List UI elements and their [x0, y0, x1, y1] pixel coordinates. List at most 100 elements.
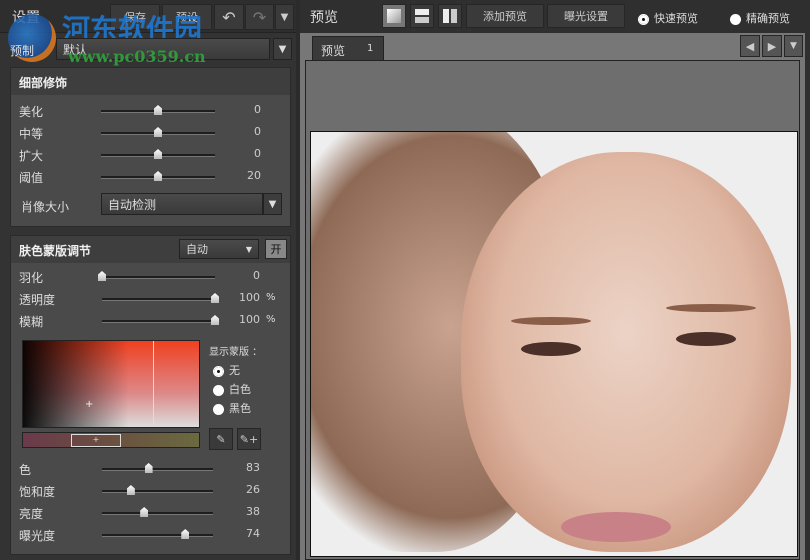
detail-1-label: 中等 [19, 127, 44, 141]
chevron-down-icon: ▼ [245, 244, 252, 254]
radio-selected-icon [638, 13, 649, 25]
skin-2-unit: % [266, 314, 276, 325]
preview-canvas[interactable] [305, 60, 800, 560]
eyedropper-icon[interactable]: ✎ [209, 428, 233, 450]
color-2-slider-thumb[interactable] [140, 507, 149, 517]
tab-menu-icon[interactable]: ▼ [784, 35, 803, 57]
preset-dropdown-icon[interactable]: ▼ [273, 38, 292, 60]
skin-mode-value: 自动 [186, 243, 208, 256]
color-1-slider-thumb[interactable] [126, 485, 135, 495]
radio-icon [213, 384, 224, 396]
face-shape [461, 152, 791, 552]
color-0-value: 83 [246, 461, 260, 474]
mask-option-1[interactable]: 白色 [213, 381, 251, 397]
undo-icon[interactable]: ↶ [214, 4, 244, 30]
detail-2-slider[interactable] [101, 149, 215, 159]
detail-3-slider[interactable] [101, 171, 215, 181]
show-mask-label: 显示蒙版 ： [209, 347, 263, 358]
radio-icon [730, 13, 741, 25]
right-eyebrow [666, 304, 756, 312]
radio-icon [213, 365, 224, 377]
detail-section: 细部修饰 美化 0 中等 0 扩大 0 阈值 20 肖像大小 自动检测 ▼ [10, 67, 291, 227]
portrait-size-label: 肖像大小 [21, 200, 70, 214]
single-view-icon[interactable] [382, 4, 406, 28]
skin-0-value: 0 [253, 269, 260, 282]
lips [561, 512, 671, 542]
color-3-value: 74 [246, 527, 260, 540]
detail-0-label: 美化 [19, 105, 44, 119]
tab-preview-1[interactable]: 预览 1 [312, 36, 384, 60]
accurate-preview-radio[interactable]: 精确预览 [730, 10, 790, 26]
mask-option-label: 黑色 [229, 402, 251, 415]
detail-2-slider-thumb[interactable] [154, 149, 162, 159]
color-0-label: 色 [19, 463, 32, 477]
hue-range-bar[interactable]: + [22, 432, 200, 448]
hue-range-handle[interactable]: + [71, 434, 121, 447]
skin-2-slider[interactable] [102, 315, 219, 325]
color-picker-crosshair[interactable]: + [85, 399, 93, 410]
add-preview-button[interactable]: 添加预览 [466, 4, 544, 28]
color-3-slider-thumb[interactable] [181, 529, 190, 539]
tab-label: 预览 [321, 44, 346, 58]
prev-arrow-icon[interactable]: ◀ [740, 35, 760, 57]
mask-option-2[interactable]: 黑色 [213, 400, 251, 416]
detail-0-slider[interactable] [101, 105, 215, 115]
color-2-slider[interactable] [102, 507, 213, 517]
skin-mask-section: 肤色蒙版调节 自动 ▼ 开 羽化 0 透明度 100% 模糊 100% + + 显示蒙… [10, 235, 291, 555]
color-1-slider[interactable] [102, 485, 213, 495]
color-0-slider[interactable] [102, 463, 213, 473]
preset-label: 预制 [10, 44, 35, 58]
tab-number: 1 [367, 43, 374, 54]
fast-preview-radio[interactable]: 快速预览 [638, 10, 698, 26]
chevron-down-icon[interactable]: ▼ [275, 4, 294, 30]
skin-0-slider-thumb[interactable] [98, 271, 106, 281]
detail-2-label: 扩大 [19, 149, 44, 163]
skin-2-value: 100 [239, 313, 260, 326]
preview-area: 预览 1 ◀ ▶ ▼ [300, 33, 805, 560]
split-horizontal-icon[interactable] [410, 4, 434, 28]
color-0-slider-thumb[interactable] [144, 463, 153, 473]
color-3-slider[interactable] [102, 529, 213, 539]
skin-0-slider[interactable] [98, 271, 215, 281]
color-picker-divider [153, 341, 154, 427]
accurate-preview-label: 精确预览 [746, 12, 790, 25]
skin-mask-toggle[interactable]: 开 [265, 239, 287, 259]
left-eyebrow [511, 317, 591, 325]
color-3-label: 曝光度 [19, 529, 56, 543]
eyedropper-add-icon[interactable]: ✎+ [237, 428, 261, 450]
color-2-value: 38 [246, 505, 260, 518]
detail-0-slider-thumb[interactable] [154, 105, 162, 115]
radio-icon [213, 403, 224, 415]
skin-0-label: 羽化 [19, 271, 44, 285]
portrait-size-select[interactable]: 自动检测 [101, 193, 263, 215]
exposure-settings-button[interactable]: 曝光设置 [547, 4, 625, 28]
fast-preview-label: 快速预览 [654, 12, 698, 25]
mask-option-0[interactable]: 无 [213, 362, 240, 378]
color-picker-area[interactable]: + [22, 340, 200, 428]
detail-3-slider-thumb[interactable] [154, 171, 162, 181]
detail-2-value: 0 [254, 147, 261, 160]
detail-1-slider[interactable] [101, 127, 215, 137]
detail-3-label: 阈值 [19, 171, 44, 185]
skin-1-unit: % [266, 292, 276, 303]
detail-section-title: 细部修饰 [11, 68, 290, 95]
detail-3-value: 20 [247, 169, 261, 182]
color-1-label: 饱和度 [19, 485, 56, 499]
skin-mode-select[interactable]: 自动 ▼ [179, 239, 259, 259]
mask-option-label: 无 [229, 364, 240, 377]
detail-1-slider-thumb[interactable] [154, 127, 162, 137]
portrait-size-dropdown-icon[interactable]: ▼ [263, 193, 282, 215]
skin-1-slider-thumb[interactable] [211, 293, 219, 303]
color-1-value: 26 [246, 483, 260, 496]
skin-1-slider[interactable] [102, 293, 219, 303]
skin-2-slider-thumb[interactable] [211, 315, 219, 325]
preview-title: 预览 [310, 10, 338, 26]
mask-option-label: 白色 [229, 383, 251, 396]
color-2-label: 亮度 [19, 507, 44, 521]
redo-icon[interactable]: ↷ [245, 4, 274, 30]
detail-1-value: 0 [254, 125, 261, 138]
next-arrow-icon[interactable]: ▶ [762, 35, 782, 57]
portrait-photo [310, 131, 798, 557]
split-vertical-icon[interactable] [438, 4, 462, 28]
skin-1-value: 100 [239, 291, 260, 304]
